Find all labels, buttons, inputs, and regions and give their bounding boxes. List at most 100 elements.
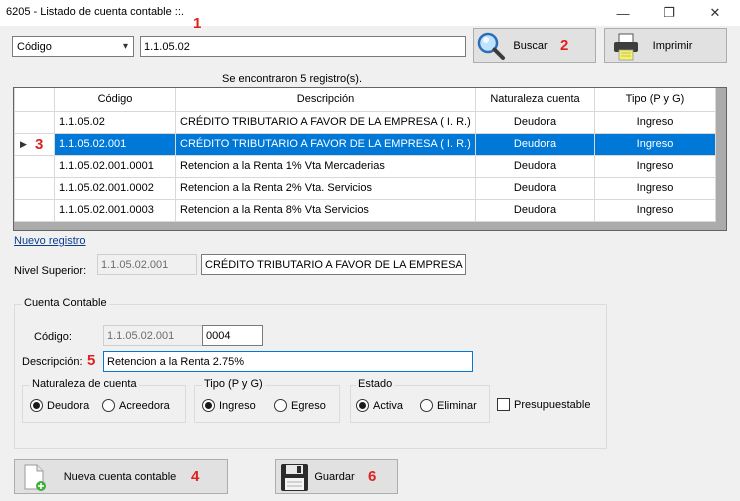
- radio-ingreso[interactable]: Ingreso: [202, 399, 256, 412]
- radio-label: Deudora: [47, 399, 90, 412]
- nivel-superior-desc: CRÉDITO TRIBUTARIO A FAVOR DE LA EMPRESA…: [205, 258, 466, 271]
- cell-tipo: Ingreso: [594, 110, 716, 134]
- radio-indicator: [420, 399, 433, 412]
- radio-indicator: [274, 399, 287, 412]
- cell-descripcion: Retencion a la Renta 8% Vta Servicios: [175, 198, 476, 222]
- cell-codigo: 1.1.05.02: [54, 110, 176, 134]
- print-button[interactable]: Imprimir: [604, 28, 727, 63]
- radio-acreedora[interactable]: Acreedora: [102, 399, 170, 412]
- nivel-superior-label: Nivel Superior:: [14, 265, 87, 277]
- search-button[interactable]: Buscar 2: [473, 28, 596, 63]
- cell-descripcion: Retencion a la Renta 2% Vta. Servicios: [175, 176, 476, 200]
- codigo-suffix: 0004: [206, 329, 231, 342]
- tipo-title: Tipo (P y G): [202, 378, 265, 390]
- new-document-icon: [24, 464, 46, 491]
- cell-naturaleza: Deudora: [475, 198, 595, 222]
- descripcion-label: Descripción:: [22, 356, 83, 368]
- cell-codigo: 1.1.05.02.001.0002: [54, 176, 176, 200]
- radio-activa[interactable]: Activa: [356, 399, 403, 412]
- radio-indicator: [356, 399, 369, 412]
- annotation-3: 3: [35, 135, 44, 153]
- annotation-1: 1: [193, 15, 202, 32]
- search-input-value: 1.1.05.02: [144, 40, 190, 53]
- checkbox-indicator: [497, 398, 510, 411]
- presupuestable-label: Presupuestable: [514, 398, 591, 411]
- radio-indicator: [102, 399, 115, 412]
- print-button-label: Imprimir: [652, 39, 693, 52]
- cell-codigo: 1.1.05.02.001.0003: [54, 198, 176, 222]
- results-table: Código Descripción Naturaleza cuenta Tip…: [14, 88, 716, 222]
- row-header[interactable]: [14, 198, 55, 222]
- cell-naturaleza: Deudora: [475, 176, 595, 200]
- row-header[interactable]: [14, 176, 55, 200]
- radio-eliminar[interactable]: Eliminar: [420, 399, 477, 412]
- column-header-naturaleza[interactable]: Naturaleza cuenta: [475, 88, 595, 112]
- cell-tipo: Ingreso: [594, 154, 716, 178]
- cell-descripcion: CRÉDITO TRIBUTARIO A FAVOR DE LA EMPRESA…: [175, 110, 476, 134]
- new-record-link[interactable]: Nuevo registro: [14, 235, 86, 247]
- cell-tipo: Ingreso: [594, 132, 716, 156]
- cell-tipo: Ingreso: [594, 198, 716, 222]
- table-row[interactable]: 1.1.05.02.001.0002 Retencion a la Renta …: [14, 176, 716, 200]
- search-button-label: Buscar: [513, 39, 548, 52]
- cell-codigo: 1.1.05.02.001.0001: [54, 154, 176, 178]
- radio-egreso[interactable]: Egreso: [274, 399, 326, 412]
- radio-deudora[interactable]: Deudora: [30, 399, 89, 412]
- table-row[interactable]: 1.1.05.02.001.0003 Retencion a la Renta …: [14, 198, 716, 222]
- descripcion-input[interactable]: Retencion a la Renta 2.75%: [103, 351, 473, 372]
- annotation-6: 6: [368, 468, 377, 485]
- magnifier-icon: [477, 32, 505, 60]
- new-account-button[interactable]: Nueva cuenta contable 4: [14, 459, 228, 494]
- codigo-suffix-input[interactable]: 0004: [202, 325, 263, 346]
- codigo-prefix-field: 1.1.05.02.001: [103, 325, 203, 346]
- window-title: 6205 - Listado de cuenta contable ::.: [6, 6, 184, 18]
- radio-indicator: [30, 399, 43, 412]
- nivel-superior-code-field: 1.1.05.02.001: [97, 254, 197, 275]
- cell-naturaleza: Deudora: [475, 132, 595, 156]
- search-field-select[interactable]: Código ▾: [12, 36, 134, 57]
- maximize-button[interactable]: ❐: [646, 0, 692, 26]
- annotation-5: 5: [87, 352, 96, 369]
- current-row-arrow-icon: ▶: [20, 138, 27, 149]
- nivel-superior-desc-field[interactable]: CRÉDITO TRIBUTARIO A FAVOR DE LA EMPRESA…: [201, 254, 466, 275]
- column-header-descripcion[interactable]: Descripción: [175, 88, 476, 112]
- new-account-label: Nueva cuenta contable: [63, 470, 177, 483]
- close-button[interactable]: ✕: [692, 0, 738, 26]
- save-button-label: Guardar: [314, 470, 355, 483]
- row-header[interactable]: [14, 154, 55, 178]
- cell-tipo: Ingreso: [594, 176, 716, 200]
- minimize-button[interactable]: —: [600, 0, 646, 26]
- search-input[interactable]: 1.1.05.02: [140, 36, 466, 57]
- printer-icon: [614, 33, 638, 61]
- row-header[interactable]: [14, 110, 55, 134]
- results-count: Se encontraron 5 registro(s).: [222, 73, 363, 85]
- cell-descripcion: CRÉDITO TRIBUTARIO A FAVOR DE LA EMPRESA…: [175, 132, 476, 156]
- radio-label: Acreedora: [119, 399, 170, 412]
- cell-naturaleza: Deudora: [475, 154, 595, 178]
- table-header-row: Código Descripción Naturaleza cuenta Tip…: [14, 88, 716, 112]
- table-row[interactable]: 1.1.05.02 CRÉDITO TRIBUTARIO A FAVOR DE …: [14, 110, 716, 134]
- radio-label: Ingreso: [219, 399, 256, 412]
- radio-indicator: [202, 399, 215, 412]
- radio-label: Egreso: [291, 399, 326, 412]
- estado-title: Estado: [356, 378, 395, 390]
- cell-codigo: 1.1.05.02.001: [54, 132, 176, 156]
- row-header[interactable]: ▶ 3: [14, 132, 55, 156]
- save-button[interactable]: Guardar 6: [275, 459, 398, 494]
- cuenta-contable-title: Cuenta Contable: [22, 297, 109, 309]
- nivel-superior-code: 1.1.05.02.001: [101, 258, 169, 271]
- results-grid[interactable]: Código Descripción Naturaleza cuenta Tip…: [13, 87, 727, 231]
- cell-naturaleza: Deudora: [475, 110, 595, 134]
- chevron-down-icon: ▾: [122, 41, 128, 52]
- row-header-corner: [14, 88, 55, 112]
- presupuestable-checkbox[interactable]: Presupuestable: [497, 398, 590, 411]
- column-header-tipo[interactable]: Tipo (P y G): [594, 88, 716, 112]
- table-row[interactable]: 1.1.05.02.001.0001 Retencion a la Renta …: [14, 154, 716, 178]
- column-header-codigo[interactable]: Código: [54, 88, 176, 112]
- title-bar: 6205 - Listado de cuenta contable ::. — …: [0, 0, 740, 26]
- radio-label: Eliminar: [437, 399, 477, 412]
- naturaleza-title: Naturaleza de cuenta: [30, 378, 139, 390]
- radio-label: Activa: [373, 399, 403, 412]
- annotation-4: 4: [191, 468, 200, 485]
- table-row-selected[interactable]: ▶ 3 1.1.05.02.001 CRÉDITO TRIBUTARIO A F…: [14, 132, 716, 156]
